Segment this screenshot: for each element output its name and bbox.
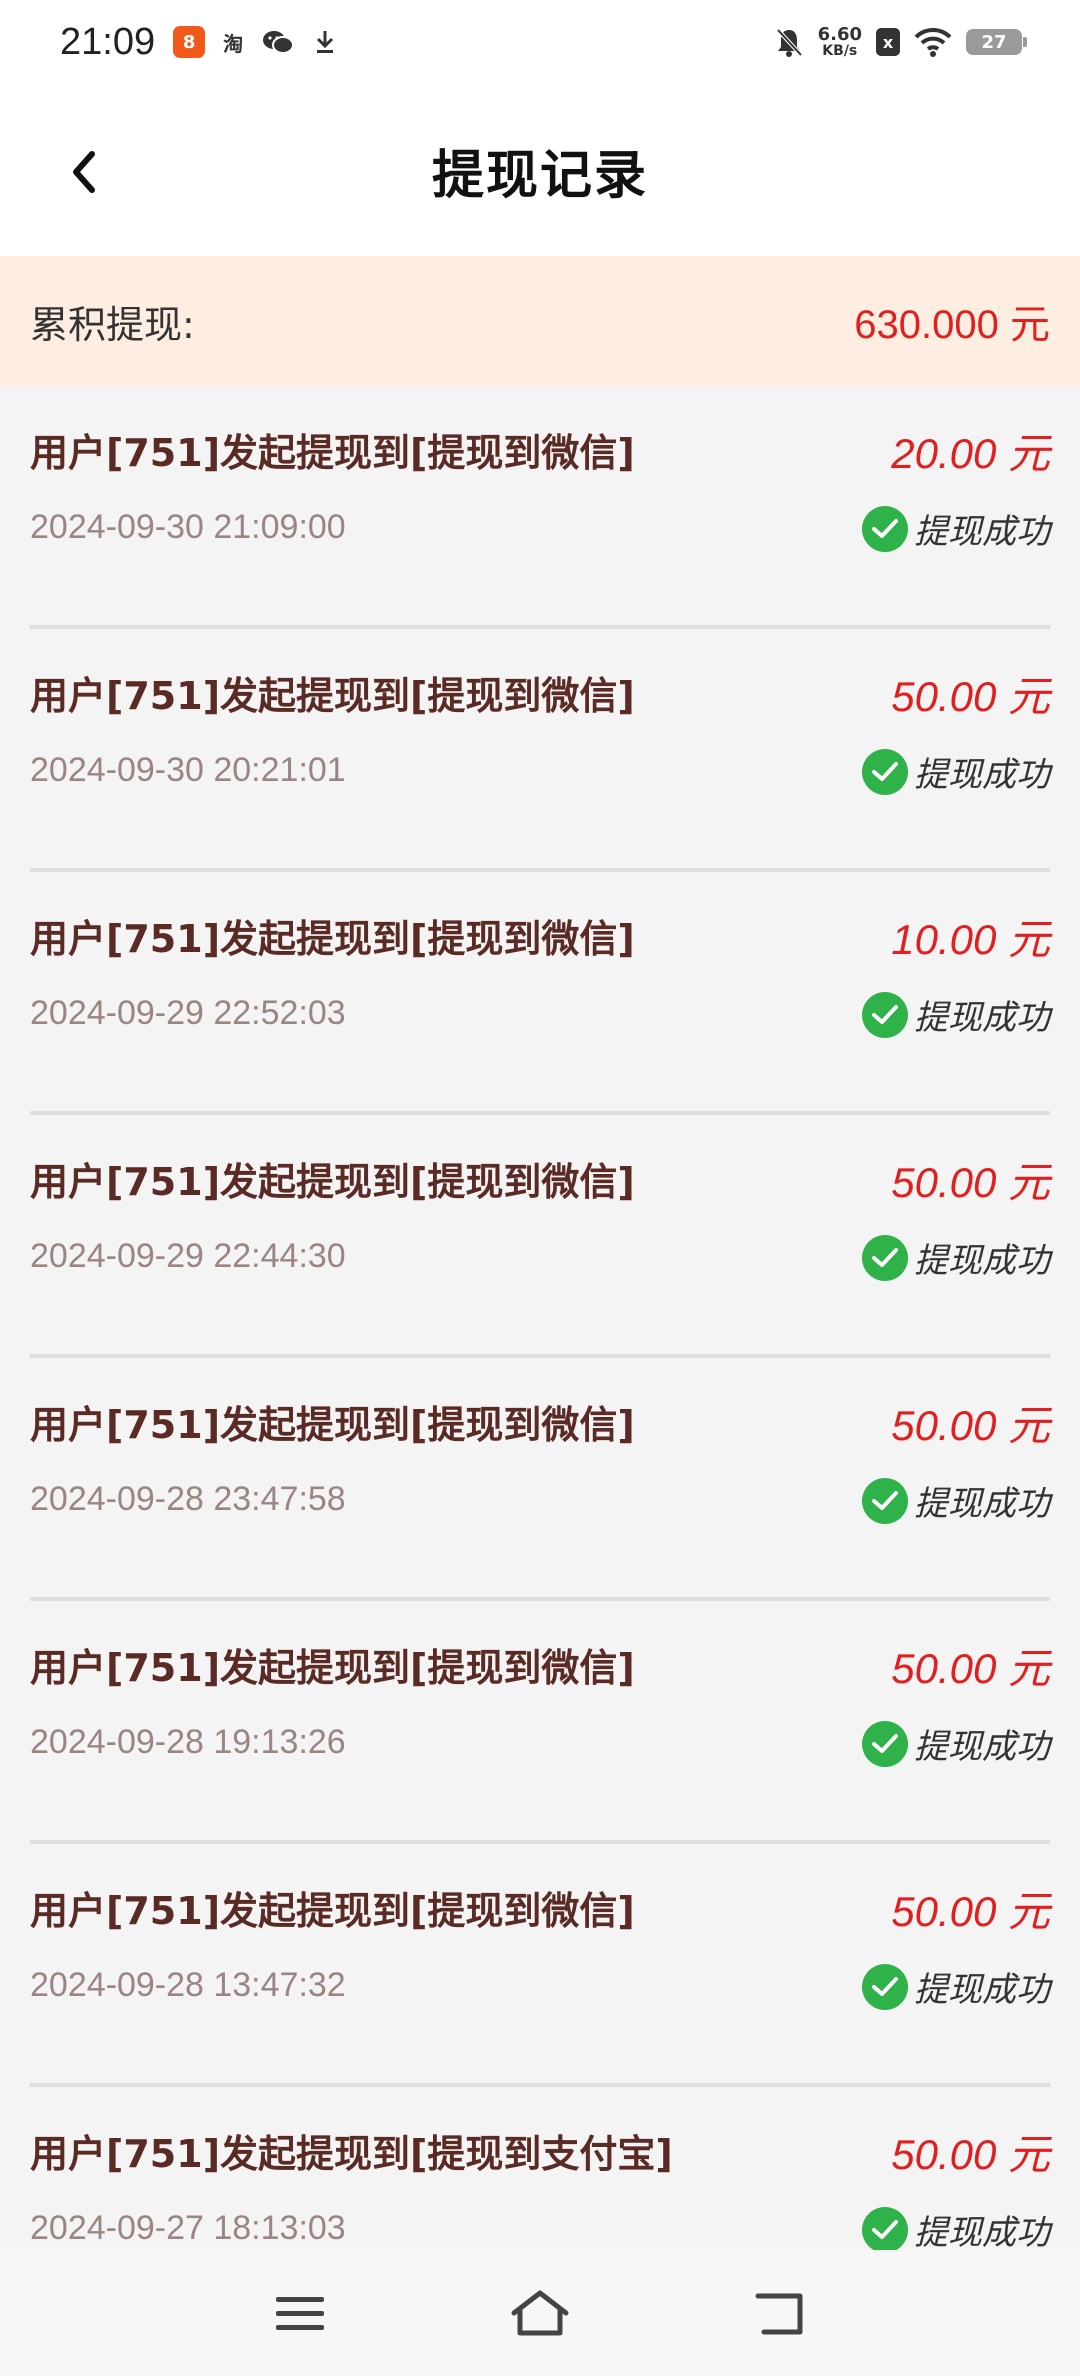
summary-label: 累积提现: xyxy=(30,302,195,347)
status-bar-right: 6.60 KB/s x 27 xyxy=(774,24,1027,59)
status-bar: 21:09 8 淘 6.60 KB/s x 27 xyxy=(0,0,1080,84)
record-title: 用户[751]发起提现到[提现到支付宝] xyxy=(30,2132,673,2176)
status-bar-left: 21:09 8 淘 xyxy=(60,21,337,64)
record-date: 2024-09-29 22:52:03 xyxy=(30,994,346,1032)
record-status-text: 提现成功 xyxy=(914,512,1050,552)
record-date: 2024-09-28 13:47:32 xyxy=(30,1966,346,2004)
back-nav-button[interactable] xyxy=(740,2273,820,2353)
record-amount: 50.00 元 xyxy=(891,1402,1050,1449)
record-amount: 50.00 元 xyxy=(891,1159,1050,1206)
record-amount: 50.00 元 xyxy=(891,1888,1050,1935)
summary-value: 630.000 元 xyxy=(854,303,1050,347)
network-speed: 6.60 KB/s xyxy=(817,24,862,59)
record-title: 用户[751]发起提现到[提现到微信] xyxy=(30,1646,635,1690)
record-status-text: 提现成功 xyxy=(914,1727,1050,1767)
app-badge-icon: 8 xyxy=(173,26,206,58)
record-status: 提现成功 xyxy=(862,990,1050,1039)
record-status-text: 提现成功 xyxy=(914,1484,1050,1524)
record-title: 用户[751]发起提现到[提现到微信] xyxy=(30,917,635,961)
home-icon xyxy=(511,2290,569,2336)
chevron-left-icon xyxy=(73,151,95,193)
back-button[interactable] xyxy=(56,144,112,200)
record-date: 2024-09-28 19:13:26 xyxy=(30,1723,346,1761)
check-circle-icon xyxy=(862,748,908,795)
record-status: 提现成功 xyxy=(862,1233,1050,1282)
network-speed-value: 6.60 xyxy=(817,24,862,45)
menu-icon xyxy=(276,2297,324,2330)
page-title: 提现记录 xyxy=(431,145,648,206)
record-title: 用户[751]发起提现到[提现到微信] xyxy=(30,431,635,475)
record-item[interactable]: 用户[751]发起提现到[提现到微信] 20.00 元 2024-09-30 2… xyxy=(0,386,1080,629)
taobao-icon: 淘 xyxy=(223,31,244,56)
record-item[interactable]: 用户[751]发起提现到[提现到微信] 50.00 元 2024-09-28 1… xyxy=(0,1601,1080,1844)
record-item[interactable]: 用户[751]发起提现到[提现到微信] 50.00 元 2024-09-30 2… xyxy=(0,629,1080,872)
mute-bell-icon xyxy=(774,26,804,58)
record-status-text: 提现成功 xyxy=(914,998,1050,1038)
record-item[interactable]: 用户[751]发起提现到[提现到微信] 50.00 元 2024-09-29 2… xyxy=(0,1115,1080,1358)
record-date: 2024-09-28 23:47:58 xyxy=(30,1480,346,1518)
record-status: 提现成功 xyxy=(862,2205,1050,2254)
record-amount: 20.00 元 xyxy=(891,430,1050,477)
record-amount: 10.00 元 xyxy=(891,916,1050,963)
record-date: 2024-09-27 18:13:03 xyxy=(30,2209,346,2247)
menu-button[interactable] xyxy=(260,2273,340,2353)
record-status-text: 提现成功 xyxy=(914,755,1050,795)
no-sim-icon: x xyxy=(876,28,900,56)
record-title: 用户[751]发起提现到[提现到微信] xyxy=(30,1889,635,1933)
record-date: 2024-09-29 22:44:30 xyxy=(30,1237,346,1275)
record-title: 用户[751]发起提现到[提现到微信] xyxy=(30,674,635,718)
check-circle-icon xyxy=(862,1963,908,2010)
record-status-text: 提现成功 xyxy=(914,1970,1050,2010)
download-icon xyxy=(313,28,337,56)
record-amount: 50.00 元 xyxy=(891,2131,1050,2178)
screen: 21:09 8 淘 6.60 KB/s x 27 提现记录 累积提现: 630.… xyxy=(0,0,1080,2376)
record-status: 提现成功 xyxy=(862,1476,1050,1525)
record-status-text: 提现成功 xyxy=(914,2213,1050,2253)
system-nav-bar xyxy=(0,2250,1080,2376)
total-withdrawal-summary: 累积提现: 630.000 元 xyxy=(0,256,1080,386)
record-item[interactable]: 用户[751]发起提现到[提现到微信] 50.00 元 2024-09-28 1… xyxy=(0,1844,1080,2087)
network-speed-unit: KB/s xyxy=(822,43,858,59)
check-circle-icon xyxy=(862,505,908,552)
record-date: 2024-09-30 20:21:01 xyxy=(30,751,346,789)
record-status-text: 提现成功 xyxy=(914,1241,1050,1281)
record-date: 2024-09-30 21:09:00 xyxy=(30,508,346,546)
status-time: 21:09 xyxy=(60,20,156,63)
record-title: 用户[751]发起提现到[提现到微信] xyxy=(30,1160,635,1204)
record-status: 提现成功 xyxy=(862,1962,1050,2011)
withdrawal-records-list[interactable]: 用户[751]发起提现到[提现到微信] 20.00 元 2024-09-30 2… xyxy=(0,386,1080,2330)
record-amount: 50.00 元 xyxy=(891,673,1050,720)
check-circle-icon xyxy=(862,1720,908,1767)
battery-icon: 27 xyxy=(966,29,1027,55)
check-circle-icon xyxy=(862,991,908,1038)
record-title: 用户[751]发起提现到[提现到微信] xyxy=(30,1403,635,1447)
wechat-icon xyxy=(261,28,295,56)
check-circle-icon xyxy=(862,1477,908,1524)
wifi-icon xyxy=(914,27,952,57)
check-circle-icon xyxy=(862,1234,908,1281)
record-item[interactable]: 用户[751]发起提现到[提现到微信] 50.00 元 2024-09-28 2… xyxy=(0,1358,1080,1601)
record-status: 提现成功 xyxy=(862,504,1050,553)
back-icon xyxy=(755,2293,803,2335)
page-header: 提现记录 xyxy=(0,84,1080,256)
home-button[interactable] xyxy=(500,2273,580,2353)
check-circle-icon xyxy=(862,2206,908,2253)
record-amount: 50.00 元 xyxy=(891,1645,1050,1692)
record-status: 提现成功 xyxy=(862,1719,1050,1768)
record-item[interactable]: 用户[751]发起提现到[提现到微信] 10.00 元 2024-09-29 2… xyxy=(0,872,1080,1115)
record-status: 提现成功 xyxy=(862,747,1050,796)
